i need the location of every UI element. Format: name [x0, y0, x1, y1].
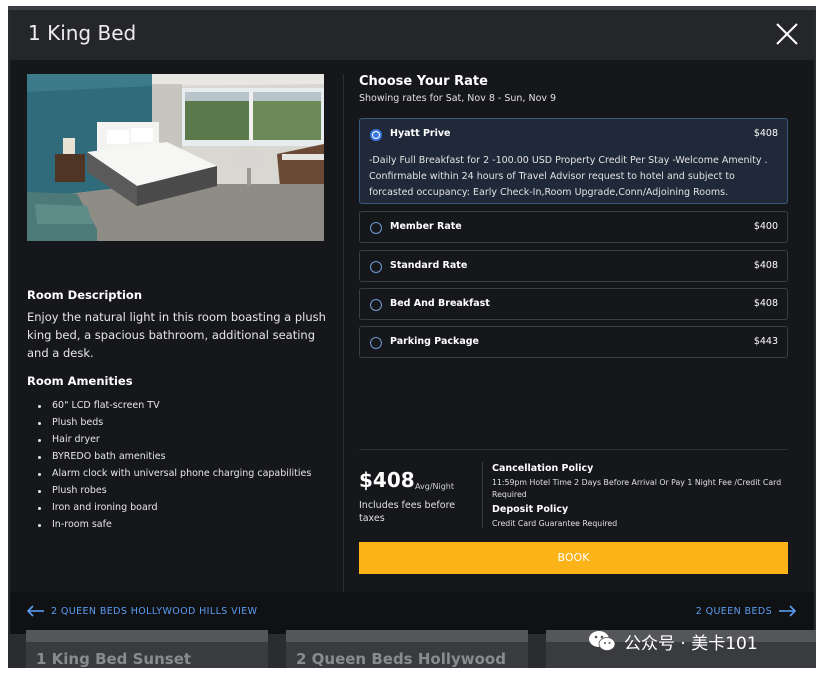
- rate-price: $408: [753, 298, 778, 309]
- rate-date-range: Showing rates for Sat, Nov 8 - Sun, Nov …: [359, 93, 557, 104]
- rate-name: Member Rate: [390, 221, 462, 232]
- amenity-item: In-room safe: [34, 516, 311, 533]
- deposit-policy-heading: Deposit Policy: [492, 504, 569, 515]
- amenity-item: Iron and ironing board: [34, 499, 311, 516]
- background-room-card: 1 King Bed Sunset: [26, 630, 268, 668]
- cancellation-policy-heading: Cancellation Policy: [492, 463, 594, 474]
- background-card-title: 2 Queen Beds Hollywood: [296, 650, 506, 668]
- price-note: Includes fees before taxes: [359, 500, 456, 524]
- cancellation-policy-text: 11:59pm Hotel Time 2 Days Before Arrival…: [492, 478, 782, 499]
- room-description-text: Enjoy the natural light in this room boa…: [27, 310, 326, 360]
- rate-price: $408: [753, 128, 778, 139]
- wechat-logo-icon: [589, 631, 616, 651]
- amenity-item: Plush robes: [34, 482, 311, 499]
- deposit-policy-text: Credit Card Guarantee Required: [492, 519, 618, 528]
- summary-divider: [359, 449, 788, 450]
- room-modal: 1 King Bed Room Description Enjoy the na…: [10, 10, 814, 634]
- radio-icon[interactable]: [370, 337, 382, 349]
- rate-heading: Choose Your Rate: [359, 74, 488, 89]
- price-unit: Avg/Night: [415, 482, 455, 491]
- modal-header: 1 King Bed: [10, 10, 814, 60]
- watermark: 公众号 · 美卡101: [588, 627, 758, 655]
- amenity-item: Alarm clock with universal phone chargin…: [34, 465, 311, 482]
- radio-icon[interactable]: [370, 222, 382, 234]
- rate-name: Parking Package: [390, 336, 479, 347]
- book-button[interactable]: BOOK: [359, 542, 788, 574]
- rate-price: $443: [753, 336, 778, 347]
- rate-option-parking-package[interactable]: Parking Package $443: [359, 326, 788, 358]
- rate-option-member-rate[interactable]: Member Rate $400: [359, 211, 788, 243]
- avg-price: $408: [359, 468, 415, 492]
- room-amenities-heading: Room Amenities: [27, 374, 133, 388]
- radio-selected-icon[interactable]: [370, 129, 382, 141]
- rate-name: Standard Rate: [390, 260, 468, 271]
- background-room-card: 2 Queen Beds Hollywood: [286, 630, 528, 668]
- room-photo: [27, 74, 324, 241]
- close-button[interactable]: [772, 19, 802, 49]
- radio-icon[interactable]: [370, 261, 382, 273]
- rate-option-hyatt-prive[interactable]: Hyatt Prive $408 -Daily Full Breakfast f…: [359, 118, 788, 204]
- rate-price: $408: [753, 260, 778, 271]
- rate-option-bed-and-breakfast[interactable]: Bed And Breakfast $408: [359, 288, 788, 320]
- next-room-link[interactable]: 2 QUEEN BEDS: [696, 605, 796, 617]
- close-icon: [776, 23, 798, 45]
- watermark-text: 公众号 · 美卡101: [624, 633, 758, 654]
- app-frame: 1 King Bed Room Description Enjoy the na…: [8, 6, 816, 668]
- arrow-right-icon: [779, 605, 796, 617]
- rate-name: Hyatt Prive: [390, 128, 451, 139]
- amenity-item: 60" LCD flat-screen TV: [34, 397, 311, 414]
- rate-detail: -Daily Full Breakfast for 2 -100.00 USD …: [369, 155, 768, 198]
- amenity-item: BYREDO bath amenities: [34, 448, 311, 465]
- modal-title: 1 King Bed: [28, 21, 137, 45]
- amenity-item: Hair dryer: [34, 431, 311, 448]
- prev-room-label: 2 QUEEN BEDS HOLLYWOOD HILLS VIEW: [51, 605, 258, 617]
- column-divider: [343, 74, 344, 594]
- next-room-label: 2 QUEEN BEDS: [695, 605, 772, 617]
- arrow-left-icon: [27, 605, 44, 617]
- rate-name: Bed And Breakfast: [390, 298, 490, 309]
- policy-divider: [482, 462, 483, 528]
- background-card-image: [286, 630, 528, 642]
- radio-icon[interactable]: [370, 299, 382, 311]
- rate-price: $400: [753, 221, 778, 232]
- amenities-list: 60" LCD flat-screen TV Plush beds Hair d…: [34, 397, 311, 533]
- amenity-item: Plush beds: [34, 414, 311, 431]
- rate-option-standard-rate[interactable]: Standard Rate $408: [359, 250, 788, 282]
- background-card-title: 1 King Bed Sunset: [36, 650, 192, 668]
- background-card-image: [26, 630, 268, 642]
- room-description-heading: Room Description: [27, 288, 143, 302]
- prev-room-link[interactable]: 2 QUEEN BEDS HOLLYWOOD HILLS VIEW: [27, 605, 257, 617]
